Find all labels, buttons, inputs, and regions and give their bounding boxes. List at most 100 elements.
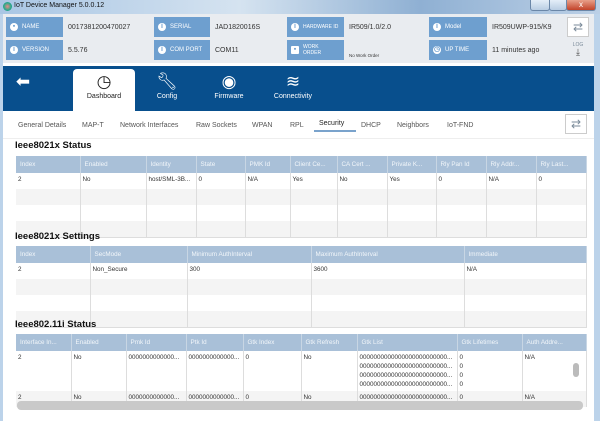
subtab-security[interactable]: Security bbox=[314, 120, 356, 132]
subtab-rpl[interactable]: RPL bbox=[290, 122, 304, 129]
cell-value: Non_Secure bbox=[92, 266, 128, 273]
info-icon: i bbox=[291, 23, 299, 31]
subtab-raw-sockets[interactable]: Raw Sockets bbox=[196, 122, 237, 129]
back-arrow-icon: ⬅ bbox=[15, 72, 31, 91]
cell-value: N/A bbox=[524, 354, 536, 361]
column-header[interactable]: Maximum AuthInterval bbox=[311, 246, 465, 263]
vertical-scrollbar[interactable] bbox=[573, 363, 579, 377]
column-header[interactable]: PMK Id bbox=[245, 156, 291, 173]
column-header[interactable]: Gtk Lifetimes bbox=[457, 334, 523, 351]
column-header[interactable]: Pmk Id bbox=[126, 334, 187, 351]
column-header[interactable]: Ptk Id bbox=[186, 334, 244, 351]
empty-cell bbox=[187, 279, 312, 295]
minimize-button[interactable] bbox=[530, 0, 550, 11]
column-header[interactable]: Identity bbox=[146, 156, 197, 173]
tab-firmware[interactable]: ◉ Firmware bbox=[198, 69, 260, 111]
column-header[interactable]: Enabled bbox=[80, 156, 147, 173]
subtab-dhcp[interactable]: DHCP bbox=[361, 122, 381, 129]
version-label: i VERSION bbox=[6, 40, 63, 60]
column-header[interactable]: Index bbox=[16, 246, 91, 263]
table-row[interactable]: 2 Non_Secure 300 3600 N/A bbox=[16, 263, 587, 279]
column-header[interactable]: Index bbox=[16, 156, 81, 173]
empty-cell bbox=[387, 205, 437, 221]
tab-config[interactable]: 🔧︎ Config bbox=[136, 69, 198, 111]
column-header[interactable]: Auth Addre... bbox=[522, 334, 587, 351]
column-header[interactable]: Immediate bbox=[464, 246, 587, 263]
table-cell: 0 bbox=[243, 351, 302, 391]
refresh-icon: ⇄ bbox=[570, 117, 582, 131]
wrench-icon: 🔧︎ bbox=[156, 72, 178, 91]
download-icon: ⤓ bbox=[576, 47, 580, 57]
subtab-neighbors[interactable]: Neighbors bbox=[397, 122, 429, 129]
column-header[interactable]: Interface In... bbox=[16, 334, 72, 351]
back-button[interactable]: ⬅ bbox=[8, 69, 38, 111]
firmware-disc-icon: ◉ bbox=[221, 72, 237, 91]
column-header[interactable]: Gtk Refresh bbox=[301, 334, 358, 351]
cell-value: 0000000000000... bbox=[188, 394, 240, 401]
ieee8021x-status-table: Index Enabled Identity State PMK Id Client Ce… bbox=[16, 156, 587, 238]
column-header[interactable]: CA Cert ... bbox=[337, 156, 388, 173]
empty-cell bbox=[436, 221, 487, 237]
column-header[interactable]: State bbox=[196, 156, 246, 173]
cell-value: 0 bbox=[538, 176, 543, 183]
serial-value: JAD1820016S bbox=[215, 23, 261, 31]
empty-cell bbox=[187, 295, 312, 311]
empty-cell bbox=[337, 189, 388, 205]
workorder-value: No Work Order bbox=[349, 52, 380, 58]
empty-cell bbox=[146, 189, 197, 205]
subtab-map-t[interactable]: MAP-T bbox=[82, 122, 104, 129]
cell-value: 0000000000000000000000000... bbox=[359, 372, 453, 379]
table-row[interactable]: 2 No 0000000000000... 0000000000000... 0 No 00… bbox=[16, 351, 587, 391]
table-cell: 0 bbox=[436, 173, 487, 189]
maximize-button[interactable] bbox=[549, 0, 567, 11]
column-header[interactable]: Rly Pan Id bbox=[436, 156, 487, 173]
column-header[interactable]: SecMode bbox=[90, 246, 188, 263]
info-icon: i bbox=[10, 46, 18, 54]
subtab-network-interfaces[interactable]: Network Interfaces bbox=[120, 122, 178, 129]
subtab-iot-fnd[interactable]: IoT-FND bbox=[447, 122, 473, 129]
subtab-wpan[interactable]: WPAN bbox=[252, 122, 272, 129]
close-button[interactable]: x bbox=[566, 0, 596, 11]
horizontal-scrollbar[interactable] bbox=[17, 401, 583, 410]
table-cell: N/A bbox=[464, 263, 587, 279]
title-bar: IoT Device Manager 5.0.0.12 x bbox=[0, 0, 600, 14]
column-header[interactable]: Gtk Index bbox=[243, 334, 302, 351]
table-cell: Yes bbox=[387, 173, 437, 189]
tab-connectivity[interactable]: ≋ Connectivity bbox=[260, 69, 326, 111]
table-cell: 0 bbox=[196, 173, 246, 189]
column-header[interactable]: Client Ce... bbox=[290, 156, 338, 173]
empty-row bbox=[16, 295, 587, 311]
empty-cell bbox=[90, 279, 188, 295]
ieee80211i-status-table: Interface In... Enabled Pmk Id Ptk Id Gtk In… bbox=[16, 334, 587, 407]
log-download-button[interactable]: LOG ⤓ bbox=[567, 40, 589, 60]
table-row[interactable]: 2 No host/SML-3B... 0 N/A Yes No Yes 0 N/A 0 bbox=[16, 173, 587, 189]
refresh-tab-button[interactable]: ⇄ bbox=[565, 114, 587, 134]
column-header[interactable]: Minimum AuthInterval bbox=[187, 246, 312, 263]
column-header[interactable]: Enabled bbox=[71, 334, 127, 351]
empty-cell bbox=[245, 189, 291, 205]
empty-cell bbox=[196, 221, 246, 237]
empty-cell bbox=[486, 221, 537, 237]
empty-cell bbox=[290, 189, 338, 205]
column-header[interactable]: Rly Addr... bbox=[486, 156, 537, 173]
table-cell: 0000000000000... bbox=[186, 351, 244, 391]
subtab-general-details[interactable]: General Details bbox=[18, 122, 66, 129]
empty-row bbox=[16, 205, 587, 221]
briefcase-icon: ▪ bbox=[291, 46, 299, 54]
cell-value: 0 bbox=[459, 354, 464, 361]
column-header[interactable]: Private K... bbox=[387, 156, 437, 173]
empty-row bbox=[16, 221, 587, 237]
empty-cell bbox=[311, 295, 465, 311]
column-header[interactable]: Gtk List bbox=[357, 334, 458, 351]
cell-value: 0 bbox=[245, 354, 250, 361]
empty-cell bbox=[311, 279, 465, 295]
tab-dashboard[interactable]: ◷ Dashboard bbox=[73, 69, 135, 111]
uptime-label: ◷ UP TIME bbox=[429, 40, 487, 60]
refresh-button[interactable]: ⇄ bbox=[567, 17, 589, 37]
serial-label-text: SERIAL bbox=[170, 24, 192, 30]
cell-value: 0000000000000000000000000... bbox=[359, 354, 453, 361]
info-icon: i bbox=[433, 23, 441, 31]
empty-cell bbox=[16, 205, 81, 221]
empty-cell bbox=[245, 205, 291, 221]
column-header[interactable]: Rly Last... bbox=[536, 156, 587, 173]
